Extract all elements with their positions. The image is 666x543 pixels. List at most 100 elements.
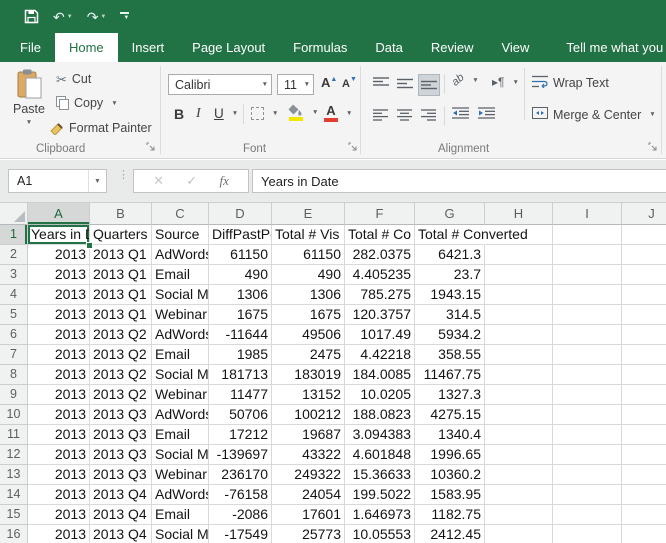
cell-G1[interactable]: Total # Converted [415, 225, 485, 245]
cell-J1[interactable] [622, 225, 666, 245]
cell-E11[interactable]: 19687 [272, 425, 345, 445]
cell-F9[interactable]: 10.0205 [345, 385, 415, 405]
column-header-H[interactable]: H [485, 203, 553, 225]
cell-A8[interactable]: 2013 [28, 365, 90, 385]
cell-G16[interactable]: 2412.45 [415, 525, 485, 543]
redo-button[interactable]: ↷ ▼ [87, 10, 107, 24]
cell-D12[interactable]: -139697 [209, 445, 272, 465]
column-header-F[interactable]: F [345, 203, 415, 225]
cell-A12[interactable]: 2013 [28, 445, 90, 465]
cell-H2[interactable] [485, 245, 553, 265]
cell-A16[interactable]: 2013 [28, 525, 90, 543]
cell-I15[interactable] [553, 505, 622, 525]
formula-input[interactable]: Years in Date [252, 169, 666, 193]
column-header-G[interactable]: G [415, 203, 485, 225]
cell-E2[interactable]: 61150 [272, 245, 345, 265]
cell-C1[interactable]: Source [152, 225, 209, 245]
cell-J8[interactable] [622, 365, 666, 385]
cell-H4[interactable] [485, 285, 553, 305]
cell-B13[interactable]: 2013 Q3 [90, 465, 152, 485]
cell-A11[interactable]: 2013 [28, 425, 90, 445]
bottom-align-button[interactable] [419, 75, 439, 95]
cell-J15[interactable] [622, 505, 666, 525]
orientation-dropdown-icon[interactable]: ▼ [472, 77, 478, 84]
cell-G10[interactable]: 4275.15 [415, 405, 485, 425]
align-left-button[interactable] [371, 107, 390, 126]
font-color-button[interactable]: A ▼ [324, 104, 352, 122]
cell-F15[interactable]: 1.646973 [345, 505, 415, 525]
cell-A7[interactable]: 2013 [28, 345, 90, 365]
column-header-A[interactable]: A [28, 203, 90, 225]
cell-F12[interactable]: 4.601848 [345, 445, 415, 465]
cell-G7[interactable]: 358.55 [415, 345, 485, 365]
decrease-indent-button[interactable] [452, 107, 469, 122]
cell-D6[interactable]: -11644 [209, 325, 272, 345]
cell-F6[interactable]: 1017.49 [345, 325, 415, 345]
cell-G8[interactable]: 11467.75 [415, 365, 485, 385]
cell-E12[interactable]: 43322 [272, 445, 345, 465]
formula-bar-resize-handle[interactable]: ⋮ [118, 173, 129, 178]
cell-F3[interactable]: 4.405235 [345, 265, 415, 285]
row-header-10[interactable]: 10 [0, 405, 28, 425]
cell-E15[interactable]: 17601 [272, 505, 345, 525]
tab-data[interactable]: Data [361, 33, 416, 62]
row-header-4[interactable]: 4 [0, 285, 28, 305]
font-color-dropdown-icon[interactable]: ▼ [346, 110, 352, 117]
cell-A6[interactable]: 2013 [28, 325, 90, 345]
underline-button[interactable]: U ▼ [214, 106, 238, 121]
cell-B3[interactable]: 2013 Q1 [90, 265, 152, 285]
cell-I11[interactable] [553, 425, 622, 445]
merge-and-center-button[interactable]: Merge & Center ▼ [532, 107, 656, 122]
cell-C3[interactable]: Email [152, 265, 209, 285]
fill-handle[interactable] [86, 242, 93, 249]
fill-color-button[interactable]: ▼ [288, 104, 318, 121]
cell-J7[interactable] [622, 345, 666, 365]
tell-me-box[interactable]: Tell me what you wa [559, 33, 666, 62]
cell-J6[interactable] [622, 325, 666, 345]
text-direction-dropdown-icon[interactable]: ▼ [512, 79, 518, 86]
cell-C11[interactable]: Email [152, 425, 209, 445]
column-header-B[interactable]: B [90, 203, 152, 225]
cell-H9[interactable] [485, 385, 553, 405]
cell-F7[interactable]: 4.42218 [345, 345, 415, 365]
text-direction-button[interactable]: ▸¶ ▼ [492, 75, 519, 89]
cell-G11[interactable]: 1340.4 [415, 425, 485, 445]
cell-I16[interactable] [553, 525, 622, 543]
cell-F14[interactable]: 199.5022 [345, 485, 415, 505]
cell-B9[interactable]: 2013 Q2 [90, 385, 152, 405]
cell-F10[interactable]: 188.0823 [345, 405, 415, 425]
middle-align-button[interactable] [395, 75, 415, 95]
cell-E3[interactable]: 490 [272, 265, 345, 285]
tab-home[interactable]: Home [55, 33, 118, 62]
cell-D15[interactable]: -2086 [209, 505, 272, 525]
cell-J3[interactable] [622, 265, 666, 285]
borders-button[interactable]: ▼ [251, 107, 278, 120]
cell-E9[interactable]: 13152 [272, 385, 345, 405]
cell-C12[interactable]: Social Med [152, 445, 209, 465]
alignment-dialog-launcher[interactable] [648, 140, 657, 154]
cell-I4[interactable] [553, 285, 622, 305]
increase-indent-button[interactable] [478, 107, 495, 122]
cell-E1[interactable]: Total # Vis [272, 225, 345, 245]
cell-D8[interactable]: 181713 [209, 365, 272, 385]
row-header-8[interactable]: 8 [0, 365, 28, 385]
cell-J5[interactable] [622, 305, 666, 325]
cell-G2[interactable]: 6421.3 [415, 245, 485, 265]
bold-button[interactable]: B [174, 106, 184, 122]
row-header-2[interactable]: 2 [0, 245, 28, 265]
font-dialog-launcher[interactable] [348, 140, 357, 154]
cell-J9[interactable] [622, 385, 666, 405]
cell-C15[interactable]: Email [152, 505, 209, 525]
cell-C8[interactable]: Social Med [152, 365, 209, 385]
cell-C6[interactable]: AdWords [152, 325, 209, 345]
cell-B10[interactable]: 2013 Q3 [90, 405, 152, 425]
select-all-button[interactable] [0, 203, 28, 225]
cell-A13[interactable]: 2013 [28, 465, 90, 485]
cell-B1[interactable]: Quarters i [90, 225, 152, 245]
row-header-9[interactable]: 9 [0, 385, 28, 405]
cell-E14[interactable]: 24054 [272, 485, 345, 505]
tab-view[interactable]: View [487, 33, 543, 62]
cell-I10[interactable] [553, 405, 622, 425]
customize-quick-access-toolbar-button[interactable]: ▼ [120, 12, 129, 21]
cell-H8[interactable] [485, 365, 553, 385]
